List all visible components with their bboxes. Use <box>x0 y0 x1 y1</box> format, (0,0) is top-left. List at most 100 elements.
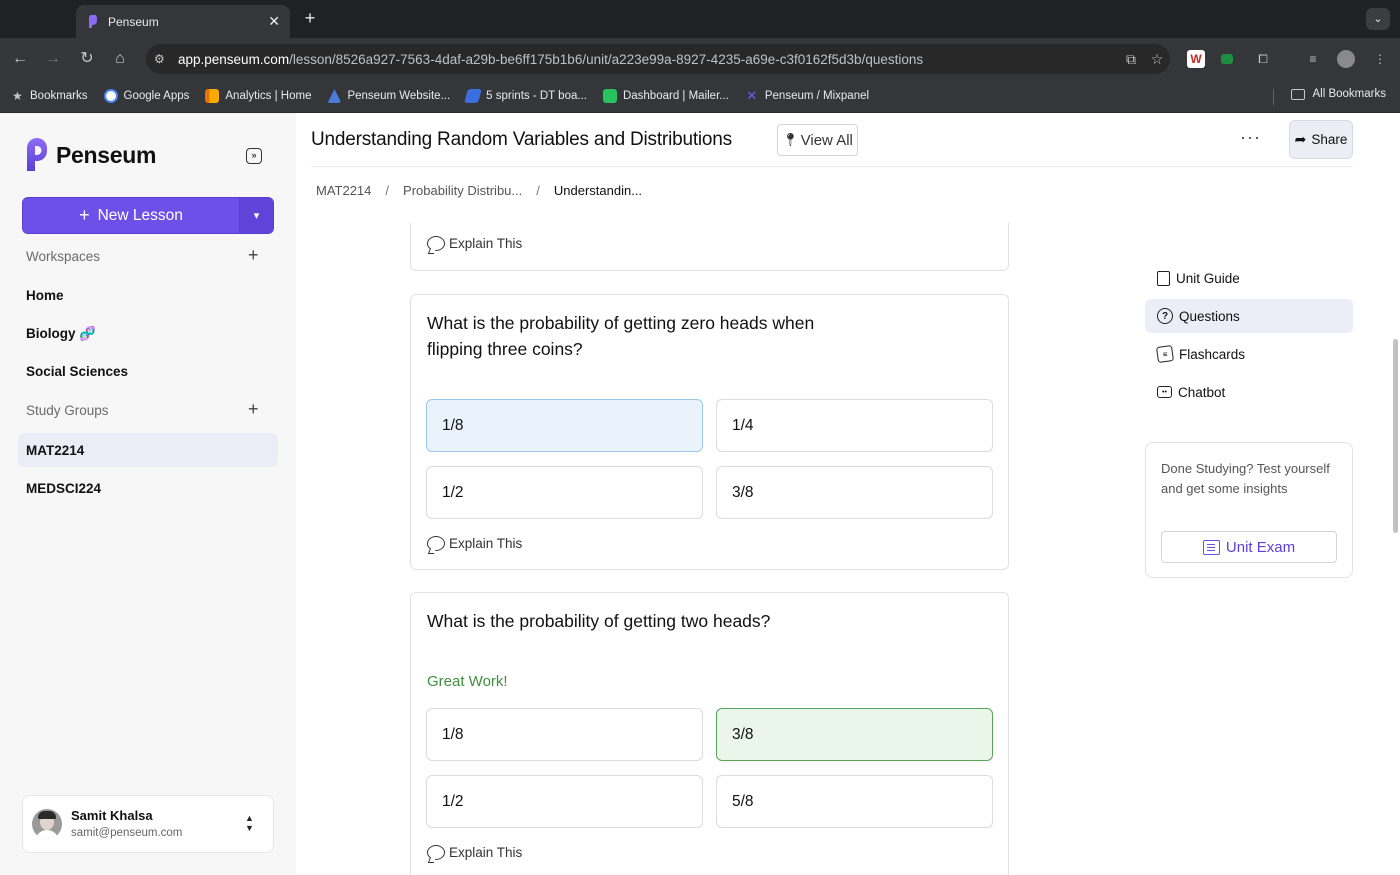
collapse-sidebar-icon[interactable]: » <box>246 148 262 164</box>
view-all-button[interactable]: 📍︎ View All <box>777 124 858 156</box>
chat-bubble-icon <box>427 845 445 860</box>
page-title: Understanding Random Variables and Distr… <box>311 129 732 150</box>
all-bookmarks[interactable]: All Bookmarks <box>1290 88 1386 100</box>
new-lesson-main[interactable]: + New Lesson <box>23 198 239 233</box>
reading-list-icon[interactable]: ≡ <box>1304 50 1322 68</box>
answer-option[interactable]: 1/8 <box>426 399 703 452</box>
browser-chrome: Penseum ✕ + ⌄ ← → ↻ ⌂ ⚙ app.penseum.com/… <box>0 0 1400 113</box>
new-lesson-button[interactable]: + New Lesson ▾ <box>22 197 274 234</box>
bookmark-item[interactable]: ✕ Penseum / Mixpanel <box>745 89 869 103</box>
question-circle-icon: ? <box>1157 308 1173 324</box>
nav-unit-guide[interactable]: Unit Guide <box>1145 261 1353 295</box>
sidebar: Penseum » + New Lesson ▾ Workspaces + Hom… <box>0 113 296 875</box>
chat-bubble-icon <box>427 236 445 251</box>
bookmark-item[interactable]: Dashboard | Mailer... <box>602 89 729 103</box>
extension-green-icon[interactable] <box>1221 54 1233 64</box>
tab-strip: Penseum ✕ + ⌄ <box>0 0 1400 38</box>
breadcrumb-separator: / <box>536 183 540 198</box>
install-app-icon[interactable]: ⧉ <box>1118 51 1144 68</box>
browser-toolbar: ← → ↻ ⌂ ⚙ app.penseum.com/lesson/8526a92… <box>0 38 1400 80</box>
answer-option[interactable]: 1/8 <box>426 708 703 761</box>
question-text: What is the probability of getting zero … <box>427 313 815 359</box>
mailer-icon <box>602 89 617 103</box>
explain-this-button[interactable]: Explain This <box>427 536 522 551</box>
user-email: samit@penseum.com <box>71 827 183 839</box>
answer-option[interactable]: 3/8 <box>716 466 993 519</box>
more-options-icon[interactable]: ··· <box>1240 127 1261 148</box>
answer-option[interactable]: 1/2 <box>426 775 703 828</box>
sprints-icon <box>464 89 483 103</box>
back-icon[interactable]: ← <box>10 49 30 69</box>
browser-tab[interactable]: Penseum ✕ <box>76 5 290 38</box>
extension-w-icon[interactable]: W <box>1187 50 1205 68</box>
avatar <box>32 809 62 839</box>
share-icon: ➦ <box>1294 131 1307 147</box>
main-content: Understanding Random Variables and Distr… <box>296 113 1400 875</box>
bookmark-item[interactable]: ★ Bookmarks <box>12 89 88 103</box>
answer-option[interactable]: 1/2 <box>426 466 703 519</box>
user-name: Samit Khalsa <box>71 808 153 823</box>
penseum-favicon-icon <box>89 14 97 28</box>
chat-bubble-icon <box>427 536 445 551</box>
answer-option[interactable]: 3/8 <box>716 708 993 761</box>
question-card: What is the probability of getting two h… <box>410 592 1009 875</box>
nav-flashcards[interactable]: ≡ Flashcards <box>1145 337 1353 371</box>
scrollbar[interactable] <box>1393 339 1398 533</box>
breadcrumb-current: Understandin... <box>553 183 643 198</box>
brand-logo[interactable]: Penseum <box>24 138 156 172</box>
workspace-item-home[interactable]: Home <box>26 288 64 303</box>
bookmark-star-icon[interactable]: ☆ <box>1144 51 1170 68</box>
breadcrumb-separator: / <box>385 183 390 198</box>
bookmark-item[interactable]: Google Apps <box>103 89 189 103</box>
answer-option[interactable]: 5/8 <box>716 775 993 828</box>
header-divider <box>311 166 1353 167</box>
flashcards-icon: ≡ <box>1155 344 1175 364</box>
folder-icon <box>1290 88 1305 100</box>
bookmark-item[interactable]: Penseum Website... <box>327 89 450 103</box>
forward-icon[interactable]: → <box>43 49 63 69</box>
nav-chatbot[interactable]: •• Chatbot <box>1145 375 1353 409</box>
chevron-up-down-icon[interactable]: ▲ ▼ <box>245 813 254 833</box>
mixpanel-icon: ✕ <box>746 88 758 103</box>
reload-icon[interactable]: ↻ <box>77 49 97 69</box>
tab-search-icon[interactable]: ⌄ <box>1366 8 1390 30</box>
brand-name: Penseum <box>56 141 157 168</box>
robot-icon: •• <box>1157 386 1172 398</box>
unit-exam-button[interactable]: Unit Exam <box>1161 531 1337 563</box>
add-study-group-icon[interactable]: + <box>248 399 259 420</box>
browser-menu-icon[interactable]: ⋮ <box>1371 50 1389 68</box>
profile-avatar-icon[interactable] <box>1337 50 1355 68</box>
feedback-message: Great Work! <box>427 673 508 690</box>
nav-questions[interactable]: ? Questions <box>1145 299 1353 333</box>
tab-title: Penseum <box>108 14 159 29</box>
breadcrumb-item[interactable]: MAT2214 <box>316 183 371 198</box>
answer-option[interactable]: 1/4 <box>716 399 993 452</box>
extensions-puzzle-icon[interactable]: ⧠ <box>1254 50 1272 68</box>
plus-icon: + <box>79 205 90 225</box>
exam-icon <box>1202 539 1220 555</box>
analytics-icon <box>205 89 220 103</box>
bookmark-item[interactable]: Analytics | Home <box>205 89 311 103</box>
address-bar[interactable]: ⚙ app.penseum.com/lesson/8526a927-7563-4… <box>146 44 1170 74</box>
workspace-item-biology[interactable]: Biology 🧬 <box>26 326 96 342</box>
user-menu[interactable]: Samit Khalsa samit@penseum.com ▲ ▼ <box>22 795 274 853</box>
question-card: Explain This <box>410 223 1009 271</box>
breadcrumb-item[interactable]: Probability Distribu... <box>403 183 522 198</box>
map-pin-icon: 📍︎ <box>782 132 799 147</box>
explain-this-button[interactable]: Explain This <box>427 845 522 860</box>
home-icon[interactable]: ⌂ <box>110 49 130 69</box>
tab-close-icon[interactable]: ✕ <box>268 13 280 30</box>
new-tab-icon[interactable]: + <box>300 8 320 28</box>
study-group-item-mat2214[interactable]: MAT2214 <box>26 443 84 458</box>
star-icon: ★ <box>12 89 23 103</box>
bookmark-item[interactable]: 5 sprints - DT boa... <box>464 89 587 103</box>
penseum-website-icon <box>327 89 342 103</box>
google-icon <box>103 89 118 103</box>
study-group-item-medsci224[interactable]: MEDSCI224 <box>26 481 101 496</box>
workspace-item-social-sciences[interactable]: Social Sciences <box>26 364 128 379</box>
chevron-down-icon[interactable]: ▾ <box>239 198 273 233</box>
explain-this-button[interactable]: Explain This <box>427 236 522 251</box>
site-info-icon[interactable]: ⚙ <box>154 52 174 66</box>
share-button[interactable]: ➦ Share <box>1289 120 1353 159</box>
add-workspace-icon[interactable]: + <box>248 245 259 266</box>
